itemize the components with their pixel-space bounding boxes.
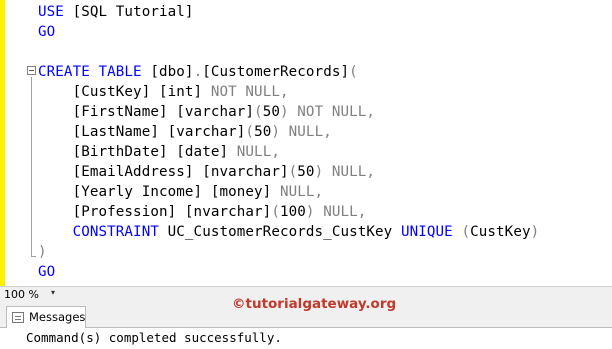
code-token: ) <box>38 244 47 260</box>
code-token: [dbo] <box>150 64 194 80</box>
code-token: ) NULL, <box>314 164 376 180</box>
code-token: NOT NULL, <box>210 84 289 100</box>
code-token: [LastName] [varchar] <box>38 124 246 140</box>
code-token: [Yearly Income] [money] <box>38 184 280 200</box>
result-message: Command(s) completed successfully. <box>26 330 282 345</box>
code-token: [CustKey] [int] <box>38 84 211 100</box>
messages-icon <box>12 312 24 323</box>
code-token: [SQL Tutorial] <box>72 4 194 20</box>
code-token: ( <box>254 104 263 120</box>
code-token: ( <box>288 164 298 180</box>
zoom-level[interactable]: 100 % <box>4 288 39 301</box>
code-token: [FirstName] [varchar] <box>38 104 255 120</box>
code-token: [Profession] [nvarchar] <box>38 204 272 220</box>
code-token: [EmailAddress] [nvarchar] <box>38 164 289 180</box>
code-line: [Profession] [nvarchar](100) NULL, <box>38 202 539 222</box>
code-line: [LastName] [varchar](50) NULL, <box>38 122 539 142</box>
watermark: ©tutorialgateway.org <box>232 296 397 312</box>
code-line: CREATE TABLE [dbo].[CustomerRecords]( <box>38 62 539 82</box>
code-token: NULL, <box>236 144 280 160</box>
outline-bracket <box>31 77 32 256</box>
code-token: [BirthDate] [date] <box>38 144 237 160</box>
code-token: 100 <box>279 204 306 220</box>
code-line: [FirstName] [varchar](50) NOT NULL, <box>38 102 539 122</box>
code-token: NULL, <box>279 184 324 200</box>
code-line: ) <box>38 242 539 262</box>
code-token: ) NULL, <box>271 124 332 140</box>
code-token: CREATE TABLE <box>38 64 151 80</box>
code-token: UC_CustomerRecords_CustKey <box>167 224 401 240</box>
code-line: GO <box>38 262 539 282</box>
chevron-down-icon[interactable]: ▾ <box>51 288 55 297</box>
code-token: ( <box>461 224 471 240</box>
code-token: . <box>193 64 203 80</box>
code-token: [CustomerRecords] <box>202 64 350 80</box>
code-token: ) NOT NULL, <box>280 104 376 120</box>
tab-label: Messages <box>29 310 86 324</box>
code-token: 50 <box>262 104 280 120</box>
code-line: [CustKey] [int] NOT NULL, <box>38 82 539 102</box>
code-token: ) <box>530 224 540 240</box>
code-line: [Yearly Income] [money] NULL, <box>38 182 539 202</box>
code-token: ( <box>349 64 358 80</box>
code-line: GO <box>38 22 539 42</box>
code-token: CONSTRAINT <box>38 224 168 240</box>
sql-code[interactable]: USE [SQL Tutorial] GO CREATE TABLE [dbo].… <box>38 2 539 282</box>
code-token: GO <box>38 24 56 40</box>
code-line: CONSTRAINT UC_CustomerRecords_CustKey UN… <box>38 222 540 242</box>
code-token: ) NULL, <box>305 204 367 220</box>
collapse-toggle-icon[interactable] <box>27 66 36 75</box>
query-editor[interactable]: USE [SQL Tutorial] GO CREATE TABLE [dbo].… <box>0 0 612 286</box>
code-token: USE <box>38 4 73 20</box>
code-line: USE [SQL Tutorial] <box>38 2 539 22</box>
code-line: [EmailAddress] [nvarchar](50) NULL, <box>38 162 539 182</box>
code-token: 50 <box>297 164 315 180</box>
code-token: CustKey <box>470 224 531 240</box>
outline-bracket-end <box>31 256 36 257</box>
code-token: GO <box>38 264 56 280</box>
code-line: [BirthDate] [date] NULL, <box>38 142 539 162</box>
code-token: ( <box>245 124 255 140</box>
code-token: UNIQUE <box>400 224 462 240</box>
editor-gutter <box>5 0 32 286</box>
messages-pane: Command(s) completed successfully. <box>0 328 612 349</box>
tab-messages[interactable]: Messages <box>6 306 86 328</box>
code-token: ( <box>271 204 280 220</box>
code-token: 50 <box>254 124 272 140</box>
